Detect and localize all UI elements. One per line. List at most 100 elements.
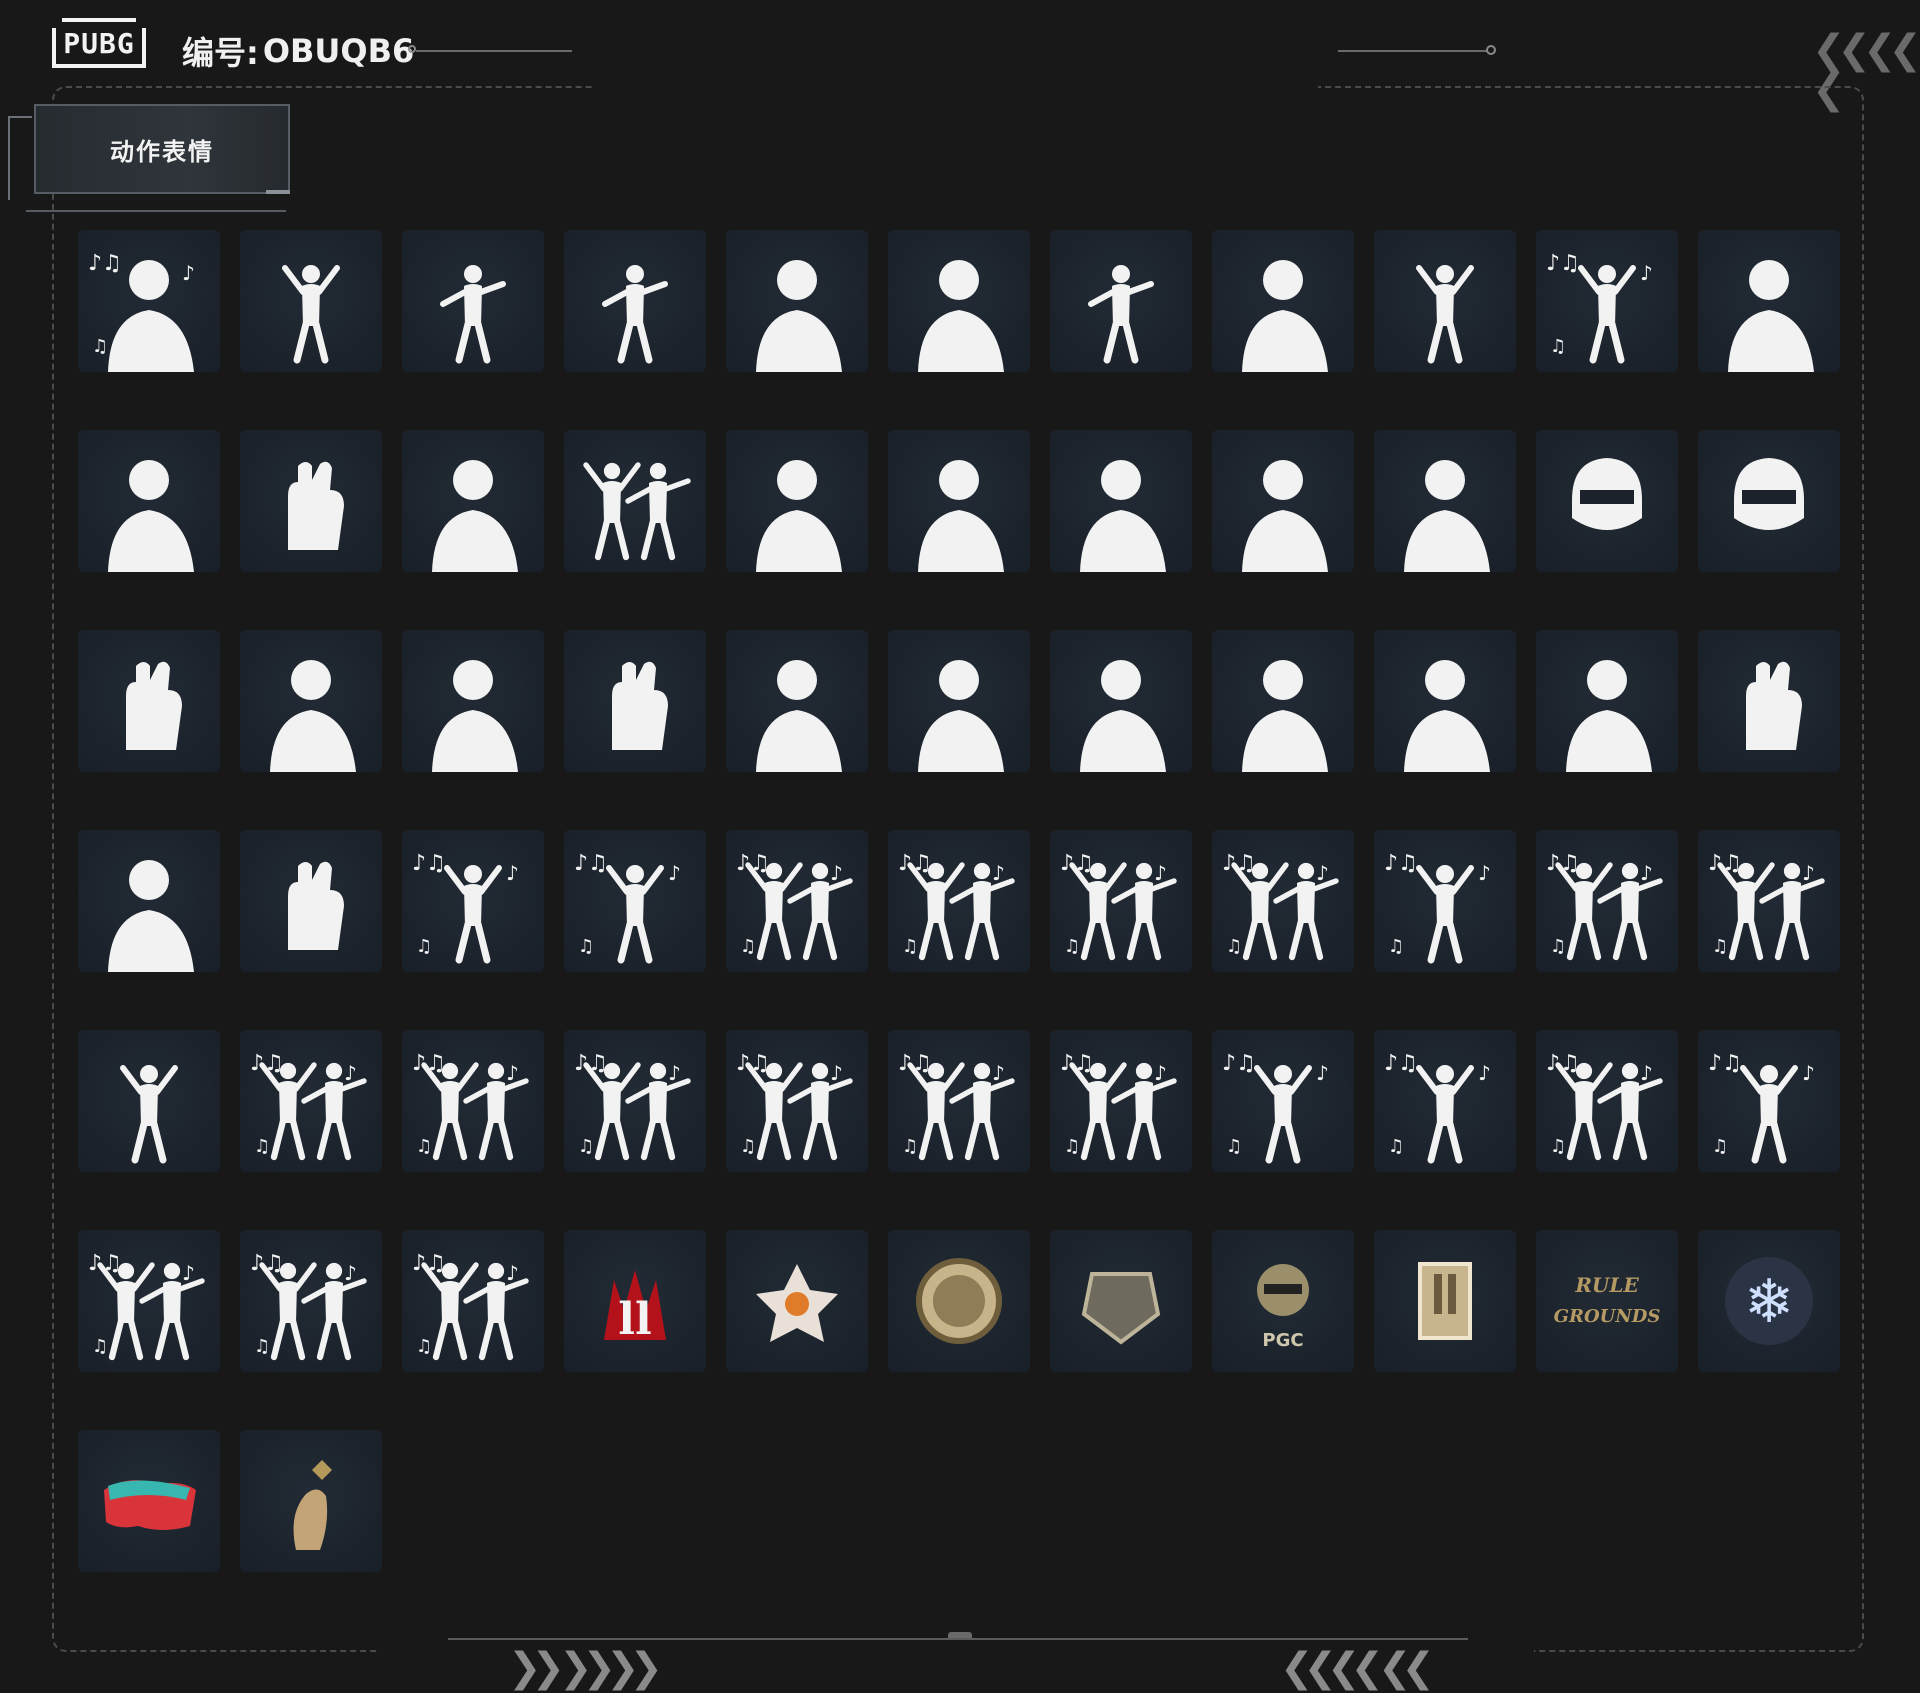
emote-shrug-icon <box>918 660 1004 772</box>
emote-tile[interactable]: ♪♫ ♪ ♫ <box>1050 1030 1192 1172</box>
emote-tile[interactable]: ♪♫ ♪ ♫ <box>1212 1030 1354 1172</box>
emote-tile[interactable] <box>402 230 544 372</box>
emote-tile[interactable] <box>1374 1230 1516 1372</box>
emote-tile[interactable] <box>402 430 544 572</box>
emote-tile[interactable]: ♪♫ ♪ ♫ <box>1536 230 1678 372</box>
emote-tile[interactable] <box>1050 630 1192 772</box>
svg-text:♫: ♫ <box>1550 1136 1566 1157</box>
svg-text:♪: ♪ <box>830 1061 843 1085</box>
emote-tile[interactable]: ❄ <box>1698 1230 1840 1372</box>
svg-text:♪: ♪ <box>1640 261 1653 285</box>
emote-tile[interactable] <box>78 1030 220 1172</box>
emote-tile[interactable] <box>1374 630 1516 772</box>
svg-text:♫: ♫ <box>578 1136 594 1157</box>
emote-duo-dance-16-icon: ♪♫ ♪ ♫ <box>412 1251 529 1361</box>
emote-tile[interactable]: ♪♫ ♪ ♫ <box>1698 1030 1840 1172</box>
emote-tile[interactable]: ♪♫ ♪ ♫ <box>726 830 868 972</box>
svg-text:♫: ♫ <box>1226 1136 1242 1157</box>
emote-tile[interactable] <box>726 630 868 772</box>
emote-tile[interactable]: ♪♫ ♪ ♫ <box>78 230 220 372</box>
emote-tile[interactable] <box>78 830 220 972</box>
pubg-logo: PUBG <box>52 18 146 68</box>
emote-tile[interactable] <box>1536 630 1678 772</box>
emote-tile[interactable]: ♪♫ ♪ ♫ <box>78 1230 220 1372</box>
svg-text:♫: ♫ <box>254 1336 270 1357</box>
emote-tile[interactable] <box>240 230 382 372</box>
emote-tile[interactable] <box>1050 230 1192 372</box>
emote-tile[interactable] <box>240 1430 382 1572</box>
emote-tile[interactable] <box>1212 230 1354 372</box>
emote-tile[interactable] <box>726 1230 868 1372</box>
emote-tile[interactable] <box>564 630 706 772</box>
emote-tile[interactable] <box>402 630 544 772</box>
svg-text:♫: ♫ <box>1064 936 1080 957</box>
emote-tile[interactable] <box>240 630 382 772</box>
svg-text:♪: ♪ <box>668 861 681 885</box>
svg-text:♪♫: ♪♫ <box>412 1051 446 1076</box>
emote-tile[interactable]: ♪♫ ♪ ♫ <box>1536 1030 1678 1172</box>
tab-decoration <box>8 116 10 200</box>
emote-tile[interactable]: ♪♫ ♪ ♫ <box>564 1030 706 1172</box>
emote-tile[interactable]: ♪♫ ♪ ♫ <box>402 1030 544 1172</box>
emote-heart-hands-icon <box>288 461 344 550</box>
emote-tile[interactable]: ♪♫ ♪ ♫ <box>1536 830 1678 972</box>
emote-tile[interactable]: ♪♫ ♪ ♫ <box>726 1030 868 1172</box>
emote-tile[interactable] <box>888 1230 1030 1372</box>
svg-text:♪♫: ♪♫ <box>574 851 608 876</box>
emote-tile[interactable]: ♪♫ ♪ ♫ <box>402 830 544 972</box>
emote-tile[interactable] <box>726 430 868 572</box>
emote-tile[interactable]: ♪♫ ♪ ♫ <box>1698 830 1840 972</box>
emote-tile[interactable] <box>888 230 1030 372</box>
emote-tile[interactable] <box>1212 630 1354 772</box>
emote-tile[interactable]: ♪♫ ♪ ♫ <box>1212 830 1354 972</box>
emote-tile[interactable] <box>1698 630 1840 772</box>
emote-tile[interactable] <box>1374 430 1516 572</box>
svg-text:♪: ♪ <box>830 861 843 885</box>
emote-tile[interactable] <box>1374 230 1516 372</box>
emote-tile[interactable]: RULE GROUNDS <box>1536 1230 1678 1372</box>
svg-text:♫: ♫ <box>416 1336 432 1357</box>
emote-tile[interactable] <box>888 630 1030 772</box>
emote-lean-icon <box>440 265 506 364</box>
emote-think-icon <box>432 460 518 572</box>
emote-confetti-icon <box>1416 265 1474 364</box>
emote-facepalm-icon <box>1728 260 1814 372</box>
emote-tile[interactable] <box>240 830 382 972</box>
emote-tile[interactable]: ♪♫ ♪ ♫ <box>564 830 706 972</box>
emote-tile[interactable]: ll <box>564 1230 706 1372</box>
svg-text:♪♫: ♪♫ <box>88 251 122 276</box>
svg-text:♫: ♫ <box>1226 936 1242 957</box>
emote-tile[interactable]: PGC <box>1212 1230 1354 1372</box>
svg-text:♪: ♪ <box>1316 861 1329 885</box>
emote-tile[interactable] <box>1698 230 1840 372</box>
emote-tile[interactable] <box>78 430 220 572</box>
svg-text:♪♫: ♪♫ <box>1384 1051 1418 1076</box>
emote-tile[interactable]: ♪♫ ♪ ♫ <box>1374 830 1516 972</box>
emote-tile[interactable] <box>1050 1230 1192 1372</box>
emote-tile[interactable] <box>1050 430 1192 572</box>
emote-tile[interactable]: ♪♫ ♪ ♫ <box>888 830 1030 972</box>
emote-tile[interactable] <box>564 230 706 372</box>
emote-tile[interactable]: ♪♫ ♪ ♫ <box>888 1030 1030 1172</box>
emote-tile[interactable]: ♪♫ ♪ ♫ <box>402 1230 544 1372</box>
emote-tile[interactable] <box>1698 430 1840 572</box>
svg-text:ll: ll <box>618 1294 651 1345</box>
svg-text:♫: ♫ <box>1388 936 1404 957</box>
emote-tile[interactable]: ♪♫ ♪ ♫ <box>1050 830 1192 972</box>
frame-top-gap <box>594 82 1318 92</box>
emote-tile[interactable] <box>726 230 868 372</box>
emote-duo-dance-4-icon: ♪♫ ♪ ♫ <box>1222 851 1339 961</box>
emote-duo-dance-15-icon: ♪♫ ♪ ♫ <box>250 1251 367 1361</box>
emote-tile[interactable] <box>1212 430 1354 572</box>
emote-tile[interactable] <box>1536 430 1678 572</box>
emote-tile[interactable] <box>564 430 706 572</box>
emote-tile[interactable] <box>240 430 382 572</box>
emote-tile[interactable]: ♪♫ ♪ ♫ <box>240 1230 382 1372</box>
emote-tile[interactable] <box>78 630 220 772</box>
emote-stop-hand-icon <box>1746 661 1802 750</box>
tab-emotes[interactable]: 动作表情 <box>34 104 290 194</box>
emote-tile[interactable] <box>888 430 1030 572</box>
emote-tile[interactable] <box>78 1430 220 1572</box>
emote-tile[interactable]: ♪♫ ♪ ♫ <box>240 1030 382 1172</box>
emote-tile[interactable]: ♪♫ ♪ ♫ <box>1374 1030 1516 1172</box>
